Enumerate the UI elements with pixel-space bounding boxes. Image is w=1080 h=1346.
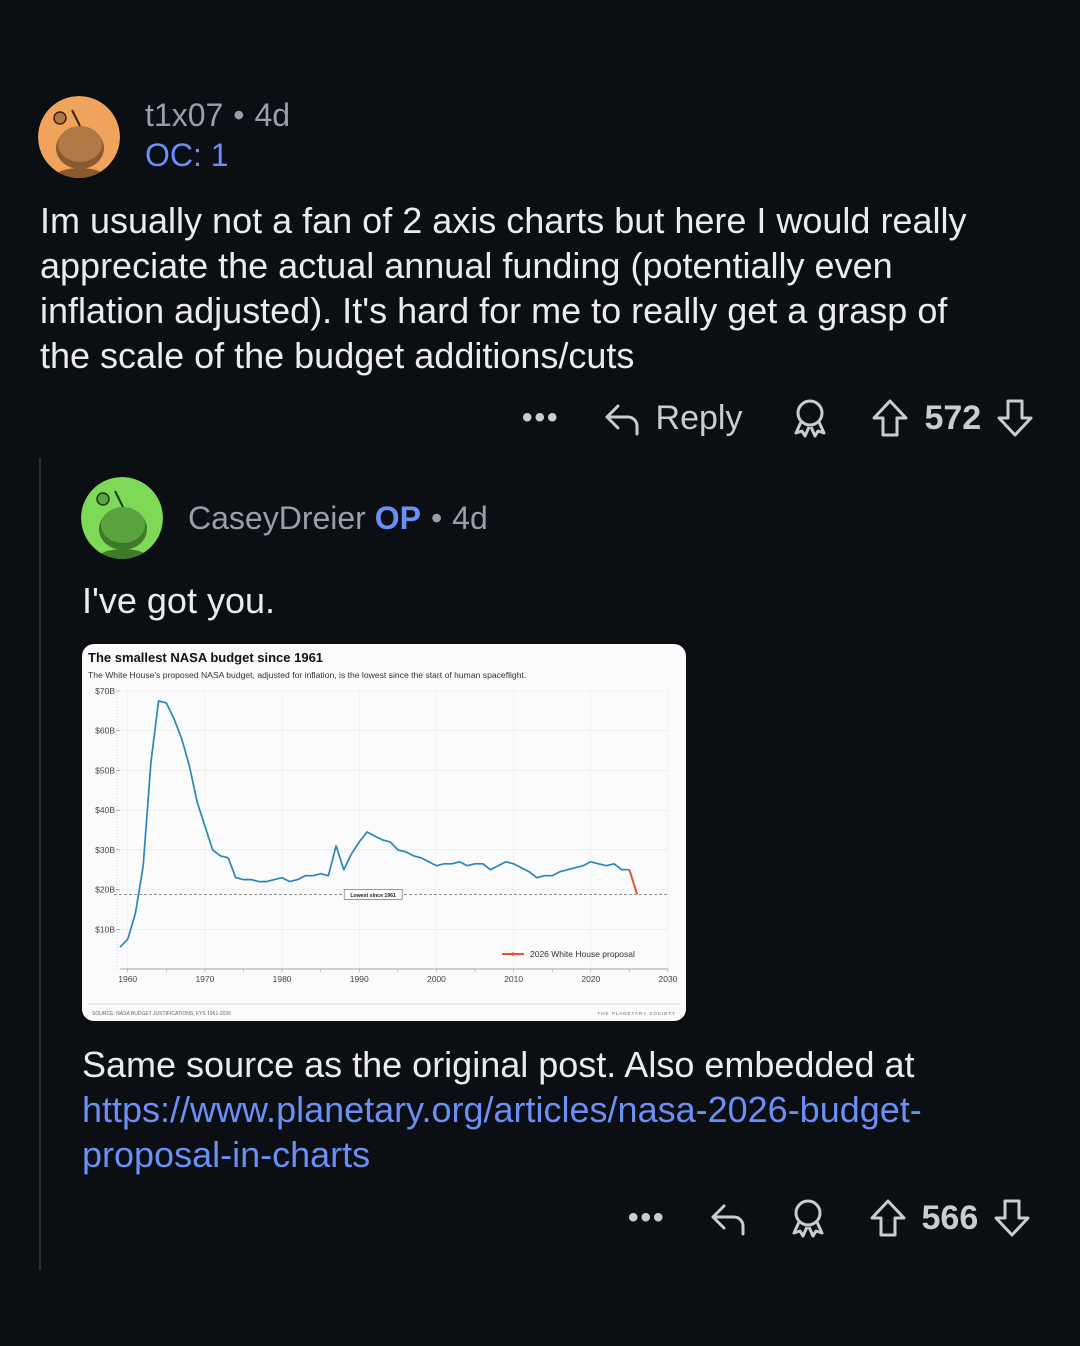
reply-button[interactable]: Reply xyxy=(602,398,743,438)
x-tick-label: 2010 xyxy=(504,974,523,984)
x-tick-label: 1990 xyxy=(350,974,369,984)
link-line: proposal-in-charts xyxy=(82,1134,371,1175)
avatar-caseydreier[interactable] xyxy=(81,477,163,559)
upvote-button[interactable] xyxy=(868,1197,908,1239)
vote-score: 572 xyxy=(924,398,982,437)
award-icon xyxy=(794,399,826,438)
username[interactable]: t1x07 xyxy=(145,97,223,133)
article-link[interactable]: https://www.planetary.org/articles/nasa-… xyxy=(82,1087,1062,1177)
planetary-society-logo: THE PLANETARY SOCIETY xyxy=(597,1011,676,1016)
username[interactable]: CaseyDreier xyxy=(188,500,366,536)
legend-label: 2026 White House proposal xyxy=(530,949,635,959)
y-tick-label: $60B xyxy=(95,726,115,736)
comment-meta: t1x07 • 4d xyxy=(145,97,290,134)
chart-source: SOURCE: NASA BUDGET JUSTIFICATIONS, FYS … xyxy=(92,1011,231,1017)
body-line: Im usually not a fan of 2 axis charts bu… xyxy=(40,200,967,241)
proposal-line xyxy=(628,869,639,895)
x-axis: 1960 1970 1980 1990 2000 2010 2020 2030 xyxy=(118,968,678,984)
comment-body: Im usually not a fan of 2 axis charts bu… xyxy=(40,198,1050,378)
chart-annotations: Lowest since 1961 2026 White House propos… xyxy=(114,889,668,959)
comment-actions: ••• Reply 572 xyxy=(522,393,1035,443)
x-tick-label: 1980 xyxy=(273,974,292,984)
x-tick-label: 2020 xyxy=(581,974,600,984)
downvote-button[interactable] xyxy=(992,1197,1032,1239)
downvote-button[interactable] xyxy=(995,397,1035,439)
chart-title: The smallest NASA budget since 1961 xyxy=(88,650,323,665)
y-tick-label: $50B xyxy=(95,765,115,775)
meta-separator: • xyxy=(233,97,245,133)
upvote-arrow-icon xyxy=(870,1199,906,1237)
body-line: the scale of the budget additions/cuts xyxy=(40,335,635,376)
award-button[interactable] xyxy=(790,397,830,439)
upvote-arrow-icon xyxy=(872,399,908,437)
comment-body: Same source as the original post. Also e… xyxy=(82,1042,1062,1177)
nasa-budget-chart: The smallest NASA budget since 1961 The … xyxy=(88,650,680,1017)
y-tick-label: $30B xyxy=(95,845,115,855)
comment-actions: ••• 566 xyxy=(628,1193,1032,1243)
x-tick-label: 2000 xyxy=(427,974,446,984)
legend-marker xyxy=(511,952,515,956)
y-tick-label: $40B xyxy=(95,805,115,815)
y-tick-label: $10B xyxy=(95,924,115,934)
vote-score: 566 xyxy=(921,1198,979,1237)
more-options-button[interactable]: ••• xyxy=(628,1201,666,1235)
reply-label: Reply xyxy=(655,398,743,437)
thread-line[interactable] xyxy=(39,458,41,1270)
y-tick-label: $20B xyxy=(95,885,115,895)
x-tick-label: 2030 xyxy=(659,974,678,984)
op-badge: OP xyxy=(374,500,421,536)
comment-age: 4d xyxy=(254,97,291,133)
upvote-button[interactable] xyxy=(870,397,910,439)
body-line: Same source as the original post. Also e… xyxy=(82,1044,915,1085)
y-tick-label: $70B xyxy=(95,686,115,696)
meta-separator: • xyxy=(430,500,443,536)
reply-icon xyxy=(605,404,639,436)
link-line: https://www.planetary.org/articles/nasa-… xyxy=(82,1089,922,1130)
reply-button[interactable] xyxy=(708,1198,748,1238)
user-flair: OC: 1 xyxy=(145,137,229,173)
chart-grid xyxy=(120,690,669,969)
x-tick-label: 1960 xyxy=(118,974,137,984)
reference-label: Lowest since 1961 xyxy=(350,893,396,899)
budget-line xyxy=(119,700,630,948)
chart-image[interactable]: The smallest NASA budget since 1961 The … xyxy=(82,644,686,1021)
chart-series xyxy=(119,700,639,948)
award-button[interactable] xyxy=(788,1197,828,1239)
downvote-arrow-icon xyxy=(997,399,1033,437)
chart-subtitle: The White House's proposed NASA budget, … xyxy=(88,670,526,680)
body-line: appreciate the actual annual funding (po… xyxy=(40,245,893,286)
reply-icon xyxy=(711,1204,745,1236)
body-line: inflation adjusted). It's hard for me to… xyxy=(40,290,948,331)
award-icon xyxy=(792,1199,824,1238)
avatar-t1x07[interactable] xyxy=(38,96,120,178)
comment-age: 4d xyxy=(452,500,488,536)
comment-meta: CaseyDreier OP • 4d xyxy=(188,500,488,537)
downvote-arrow-icon xyxy=(994,1199,1030,1237)
comment-intro: I've got you. xyxy=(82,580,275,621)
more-options-button[interactable]: ••• xyxy=(522,401,560,435)
y-axis: $70B $60B $50B $40B $30B $20B $10B xyxy=(95,686,120,971)
x-tick-label: 1970 xyxy=(195,974,214,984)
